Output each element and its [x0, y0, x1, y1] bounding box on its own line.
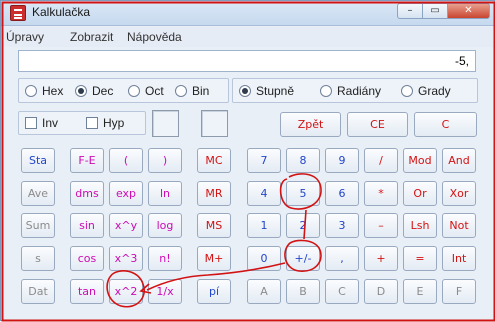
plus-button[interactable]: +	[364, 246, 398, 271]
angle-units-group: Stupně Radiány Grady	[232, 78, 478, 103]
int-button[interactable]: Int	[442, 246, 476, 271]
digit-7-button[interactable]: 7	[247, 148, 281, 173]
backspace-button[interactable]: Zpět	[280, 112, 341, 137]
factorial-button[interactable]: n!	[148, 246, 182, 271]
title-bar[interactable]: Kalkulačka – ▭ ✕	[1, 1, 494, 26]
minimize-button[interactable]: –	[397, 3, 423, 19]
cos-button[interactable]: cos	[70, 246, 104, 271]
hex-d-button[interactable]: D	[364, 279, 398, 304]
display-value: -5,	[454, 54, 469, 68]
m-plus-button[interactable]: M+	[197, 246, 231, 271]
digit-1-button[interactable]: 1	[247, 213, 281, 238]
exp-button[interactable]: exp	[109, 181, 143, 206]
sum-button[interactable]: Sum	[21, 213, 55, 238]
digit-4-button[interactable]: 4	[247, 181, 281, 206]
s-button[interactable]: s	[21, 246, 55, 271]
radio-dec-dot	[75, 85, 87, 97]
digit-6-button[interactable]: 6	[325, 181, 359, 206]
open-paren-button[interactable]: (	[109, 148, 143, 173]
clear-entry-button[interactable]: CE	[347, 112, 408, 137]
lsh-button[interactable]: Lsh	[403, 213, 437, 238]
digit-8-button[interactable]: 8	[286, 148, 320, 173]
hex-f-button[interactable]: F	[442, 279, 476, 304]
radio-oct-dot	[128, 85, 140, 97]
ave-button[interactable]: Ave	[21, 181, 55, 206]
calculator-window: Kalkulačka – ▭ ✕ Úpravy Zobrazit Nápověd…	[0, 0, 495, 322]
mr-button[interactable]: MR	[197, 181, 231, 206]
radio-hex-dot	[25, 85, 37, 97]
radio-bin-dot	[175, 85, 187, 97]
options-group: Inv Hyp	[18, 111, 146, 135]
close-paren-button[interactable]: )	[148, 148, 182, 173]
decimal-button[interactable]: ,	[325, 246, 359, 271]
number-system-group: Hex Dec Oct Bin	[18, 78, 229, 103]
close-button[interactable]: ✕	[447, 3, 490, 19]
checkbox-hyp-box	[86, 117, 98, 129]
tan-button[interactable]: tan	[70, 279, 104, 304]
not-button[interactable]: Not	[442, 213, 476, 238]
x-squared-button[interactable]: x^2	[109, 279, 143, 304]
radio-degrees-dot	[239, 85, 251, 97]
log-button[interactable]: log	[148, 213, 182, 238]
or-button[interactable]: Or	[403, 181, 437, 206]
ms-button[interactable]: MS	[197, 213, 231, 238]
maximize-button[interactable]: ▭	[422, 3, 448, 19]
reciprocal-button[interactable]: 1/x	[148, 279, 182, 304]
menu-bar: Úpravy Zobrazit Nápověda	[2, 27, 493, 47]
calculator-app-icon	[10, 5, 26, 21]
digit-2-button[interactable]: 2	[286, 213, 320, 238]
hex-a-button[interactable]: A	[247, 279, 281, 304]
digit-0-button[interactable]: 0	[247, 246, 281, 271]
sta-button[interactable]: Sta	[21, 148, 55, 173]
dms-button[interactable]: dms	[70, 181, 104, 206]
menu-help[interactable]: Nápověda	[127, 30, 182, 44]
minus-button[interactable]: –	[364, 213, 398, 238]
hex-b-button[interactable]: B	[286, 279, 320, 304]
window-title: Kalkulačka	[32, 5, 91, 19]
sin-button[interactable]: sin	[70, 213, 104, 238]
mc-button[interactable]: MC	[197, 148, 231, 173]
fe-button[interactable]: F-E	[70, 148, 104, 173]
divide-button[interactable]: /	[364, 148, 398, 173]
multiply-button[interactable]: *	[364, 181, 398, 206]
and-button[interactable]: And	[442, 148, 476, 173]
digit-9-button[interactable]: 9	[325, 148, 359, 173]
menu-edit[interactable]: Úpravy	[6, 30, 44, 44]
hex-c-button[interactable]: C	[325, 279, 359, 304]
x-cubed-button[interactable]: x^3	[109, 246, 143, 271]
radio-radians-dot	[320, 85, 332, 97]
x-pow-y-button[interactable]: x^y	[109, 213, 143, 238]
digit-3-button[interactable]: 3	[325, 213, 359, 238]
xor-button[interactable]: Xor	[442, 181, 476, 206]
ln-button[interactable]: ln	[148, 181, 182, 206]
hex-e-button[interactable]: E	[403, 279, 437, 304]
result-display[interactable]: -5,	[18, 50, 476, 72]
pi-button[interactable]: pí	[197, 279, 231, 304]
checkbox-inv-box	[25, 117, 37, 129]
memory-indicator	[201, 110, 228, 137]
radio-grads-dot	[401, 85, 413, 97]
clear-button[interactable]: C	[414, 112, 477, 137]
digit-5-button[interactable]: 5	[286, 181, 320, 206]
sign-toggle-button[interactable]: +/-	[286, 246, 320, 271]
parenthesis-indicator	[152, 110, 179, 137]
mod-button[interactable]: Mod	[403, 148, 437, 173]
menu-view[interactable]: Zobrazit	[70, 30, 113, 44]
dat-button[interactable]: Dat	[21, 279, 55, 304]
equals-button[interactable]: =	[403, 246, 437, 271]
